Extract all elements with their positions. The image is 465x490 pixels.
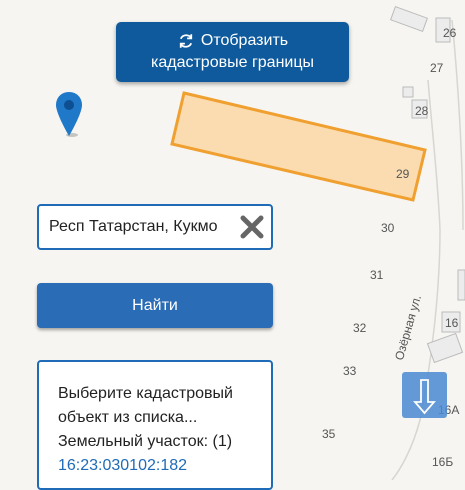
house-number: 26 xyxy=(443,26,457,40)
building xyxy=(389,5,429,33)
search-input[interactable] xyxy=(49,206,229,248)
house-number: 16 xyxy=(445,316,459,330)
house-number: 29 xyxy=(396,167,410,181)
street-line xyxy=(451,19,464,231)
cadastral-number-link[interactable]: 16:23:030102:182 xyxy=(58,454,271,478)
address-search-field[interactable] xyxy=(37,204,273,250)
house-number: 35 xyxy=(322,427,336,441)
scroll-down-button[interactable] xyxy=(402,372,447,418)
cadastral-button-label-2: кадастровые границы xyxy=(150,54,315,71)
house-number: 28 xyxy=(415,104,429,118)
show-cadastral-borders-button[interactable]: Отобразить кадастровые границы xyxy=(116,22,349,82)
house-number: 33 xyxy=(343,364,357,378)
house-number: 30 xyxy=(381,221,395,235)
result-hint-line-1: Выберите кадастровый xyxy=(58,385,233,402)
street-line xyxy=(391,79,441,480)
house-number: 31 xyxy=(370,268,384,282)
find-button[interactable]: Найти xyxy=(37,283,273,328)
building xyxy=(457,269,465,301)
cadastral-parcel[interactable] xyxy=(170,91,427,202)
refresh-icon xyxy=(179,34,193,48)
arrow-down-icon xyxy=(413,379,436,415)
result-hint-line-2: объект из списка... xyxy=(58,409,198,426)
house-number: 32 xyxy=(353,321,367,335)
house-number: 16Б xyxy=(432,455,454,469)
result-category: Земельный участок: (1) xyxy=(58,433,233,450)
building xyxy=(402,86,414,98)
location-pin-icon[interactable] xyxy=(53,90,85,138)
house-number: 27 xyxy=(430,61,444,75)
cadastral-button-label-1: Отобразить xyxy=(200,32,289,49)
close-icon[interactable] xyxy=(239,214,265,240)
search-result-panel: Выберите кадастровый объект из списка...… xyxy=(37,360,273,490)
